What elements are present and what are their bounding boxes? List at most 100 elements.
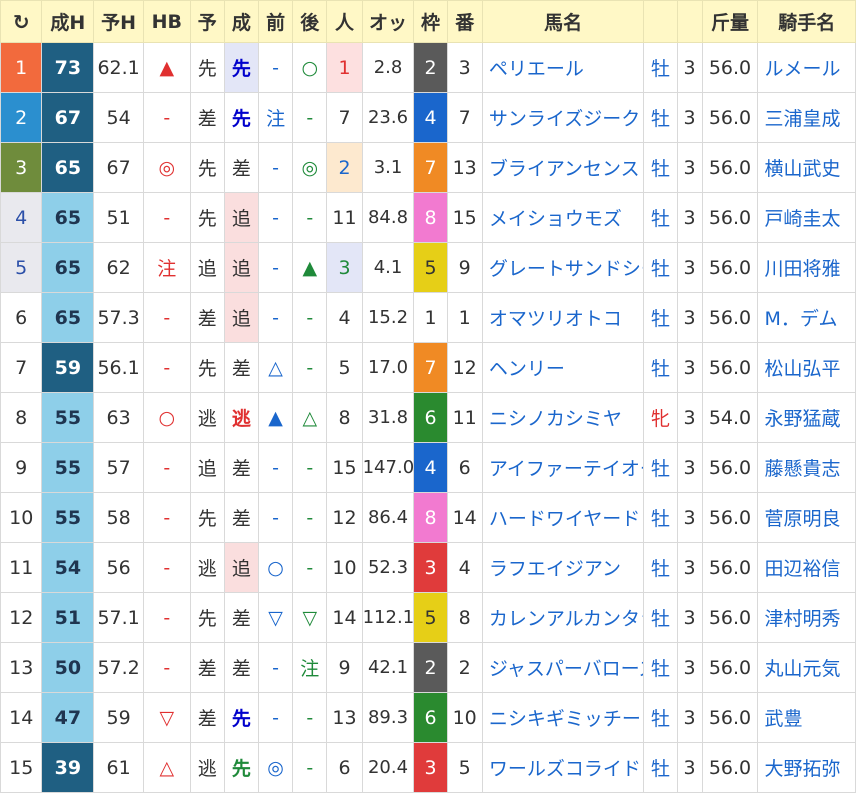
seiH-cell: 39 — [41, 742, 95, 793]
ato-cell: - — [292, 292, 328, 343]
hb-cell: ▽ — [143, 692, 191, 743]
yo-cell: 先 — [189, 42, 225, 93]
hb-cell: ○ — [143, 392, 191, 443]
table-row[interactable]: 6 65 57.3- 差追 - -4 15.2 1 1 オマツリオトコ牡 3 56.0 M．デム — [0, 292, 856, 343]
jockey-link[interactable]: 松山弘平 — [757, 342, 856, 393]
horse-name-link[interactable]: オマツリオトコ — [481, 292, 645, 343]
horse-name-link[interactable]: ヘンリー — [481, 342, 645, 393]
ban-cell: 14 — [446, 492, 483, 543]
sex-cell: 牡 — [643, 442, 678, 493]
table-row[interactable]: 9 55 57- 追差 - -15 147.0 4 6 アイファーテイオー牡 3 56.0 藤懸貴志 — [0, 442, 856, 493]
jockey-link[interactable]: 津村明秀 — [757, 592, 856, 643]
col-waku[interactable]: 枠 — [413, 0, 448, 43]
jockey-link[interactable]: 戸崎圭太 — [757, 192, 856, 243]
table-row[interactable]: 3 65 67 ◎ 先差 - ◎ 2 3.1 7 13 ブライアンセンス牡 3 56.0 横山武史 — [0, 142, 856, 193]
seiH-cell: 50 — [41, 642, 95, 693]
jockey-link[interactable]: 藤懸貴志 — [757, 442, 856, 493]
seiH-cell: 54 — [41, 542, 95, 593]
col-ban[interactable]: 番 — [446, 0, 483, 43]
odds-cell: 147.0 — [361, 442, 415, 493]
col-ato[interactable]: 後 — [292, 0, 328, 43]
refresh-icon[interactable]: ↻ — [0, 0, 43, 43]
yoH-cell: 59 — [93, 692, 144, 743]
horse-name-link[interactable]: グレートサンドシー — [481, 242, 645, 293]
col-seiH[interactable]: 成H — [41, 0, 95, 43]
horse-name-link[interactable]: ラフエイジアン — [481, 542, 645, 593]
col-kin[interactable]: 斤量 — [701, 0, 759, 43]
jockey-link[interactable]: 丸山元気 — [757, 642, 856, 693]
col-yo[interactable]: 予 — [189, 0, 225, 43]
col-mae[interactable]: 前 — [257, 0, 294, 43]
horse-name-link[interactable]: ハードワイヤード — [481, 492, 645, 543]
pop-cell: 14 — [326, 592, 363, 643]
mae-cell: - — [257, 192, 294, 243]
jockey-link[interactable]: 大野拓弥 — [757, 742, 856, 793]
table-row[interactable]: 2 67 54- 差先注 -7 23.6 4 7 サンライズジーク牡 3 56.0 三浦皇成 — [0, 92, 856, 143]
mae-cell: △ — [257, 342, 294, 393]
sei-cell: 差 — [223, 642, 260, 693]
jockey-link[interactable]: 三浦皇成 — [757, 92, 856, 143]
col-hb[interactable]: HB — [143, 0, 191, 43]
jockey-link[interactable]: 武豊 — [757, 692, 856, 743]
col-jockey[interactable]: 騎手名 — [757, 0, 856, 43]
jockey-link[interactable]: 永野猛蔵 — [757, 392, 856, 443]
table-row[interactable]: 15 39 61 △ 逃先 ◎ -6 20.4 3 5 ワールズコライド牡 3 56.0 大野拓弥 — [0, 742, 856, 793]
yo-cell: 追 — [189, 442, 225, 493]
col-yoH[interactable]: 予H — [93, 0, 144, 43]
rank-cell: 1 — [0, 42, 43, 93]
jockey-link[interactable]: M．デム — [757, 292, 856, 343]
yo-cell: 先 — [189, 342, 225, 393]
ban-cell: 5 — [446, 742, 483, 793]
horse-name-link[interactable]: サンライズジーク — [481, 92, 645, 143]
horse-name-link[interactable]: ペリエール — [481, 42, 645, 93]
yoH-cell: 56 — [93, 542, 144, 593]
table-row[interactable]: 13 50 57.2- 差差 - 注 9 42.1 2 2 ジャスパーバローズ牡 3 56.0 丸山元気 — [0, 642, 856, 693]
table-row[interactable]: 10 55 58- 先差 - -12 86.4 8 14 ハードワイヤード牡 3 56.0 菅原明良 — [0, 492, 856, 543]
table-row[interactable]: 14 47 59 ▽ 差先 - -13 89.3 6 10 ニシキギミッチー牡 3 56.0 武豊 — [0, 692, 856, 743]
hb-cell: - — [143, 542, 191, 593]
table-row[interactable]: 7 59 56.1- 先差 △ -5 17.0 7 12 ヘンリー牡 3 56.0 松山弘平 — [0, 342, 856, 393]
table-row[interactable]: 8 55 63 ○ 逃逃 ▲ △ 8 31.8 6 11 ニシノカシミヤ牝 3 54.0 永野猛蔵 — [0, 392, 856, 443]
kin-cell: 56.0 — [701, 192, 759, 243]
jockey-link[interactable]: 田辺裕信 — [757, 542, 856, 593]
col-pop[interactable]: 人 — [326, 0, 363, 43]
jockey-link[interactable]: ルメール — [757, 42, 856, 93]
sex-cell: 牡 — [643, 342, 678, 393]
waku-cell: 7 — [413, 142, 448, 193]
col-name[interactable]: 馬名 — [481, 0, 645, 43]
col-odds[interactable]: オッ — [361, 0, 415, 43]
seiH-cell: 55 — [41, 442, 95, 493]
horse-name-link[interactable]: カレンアルカンタラ — [481, 592, 645, 643]
rank-cell: 7 — [0, 342, 43, 393]
horse-name-link[interactable]: ワールズコライド — [481, 742, 645, 793]
table-row[interactable]: 5 65 62 注追追 - ▲ 3 4.1 5 9 グレートサンドシー牡 3 56.0 川田将雅 — [0, 242, 856, 293]
horse-name-link[interactable]: ブライアンセンス — [481, 142, 645, 193]
jockey-link[interactable]: 横山武史 — [757, 142, 856, 193]
horse-name-link[interactable]: ニシキギミッチー — [481, 692, 645, 743]
horse-name-link[interactable]: アイファーテイオー — [481, 442, 645, 493]
table-row[interactable]: 11 54 56- 逃追 ○ -10 52.3 3 4 ラフエイジアン牡 3 56.0 田辺裕信 — [0, 542, 856, 593]
horse-name-link[interactable]: メイショウモズ — [481, 192, 645, 243]
waku-cell: 2 — [413, 642, 448, 693]
table-row[interactable]: 4 65 51- 先追 - -11 84.8 8 15 メイショウモズ牡 3 56.0 戸崎圭太 — [0, 192, 856, 243]
horse-name-link[interactable]: ニシノカシミヤ — [481, 392, 645, 443]
pop-cell: 8 — [326, 392, 363, 443]
table-row[interactable]: 12 51 57.1- 先差 ▽ ▽ 14 112.1 5 8 カレンアルカンタラ牡 3 56.0 津村明… — [0, 592, 856, 643]
age-cell: 3 — [676, 542, 703, 593]
jockey-link[interactable]: 川田将雅 — [757, 242, 856, 293]
ban-cell: 4 — [446, 542, 483, 593]
ban-cell: 10 — [446, 692, 483, 743]
yo-cell: 先 — [189, 492, 225, 543]
ato-cell: - — [292, 542, 328, 593]
table-row[interactable]: 1 73 62.1 ▲ 先先 - ○ 1 2.8 2 3 ペリエール牡 3 56.0 ルメール — [0, 42, 856, 93]
jockey-link[interactable]: 菅原明良 — [757, 492, 856, 543]
ban-cell: 13 — [446, 142, 483, 193]
yoH-cell: 61 — [93, 742, 144, 793]
kin-cell: 56.0 — [701, 542, 759, 593]
col-sei[interactable]: 成 — [223, 0, 260, 43]
odds-cell: 112.1 — [361, 592, 415, 643]
rank-cell: 3 — [0, 142, 43, 193]
horse-name-link[interactable]: ジャスパーバローズ — [481, 642, 645, 693]
ato-cell: - — [292, 342, 328, 393]
age-cell: 3 — [676, 642, 703, 693]
